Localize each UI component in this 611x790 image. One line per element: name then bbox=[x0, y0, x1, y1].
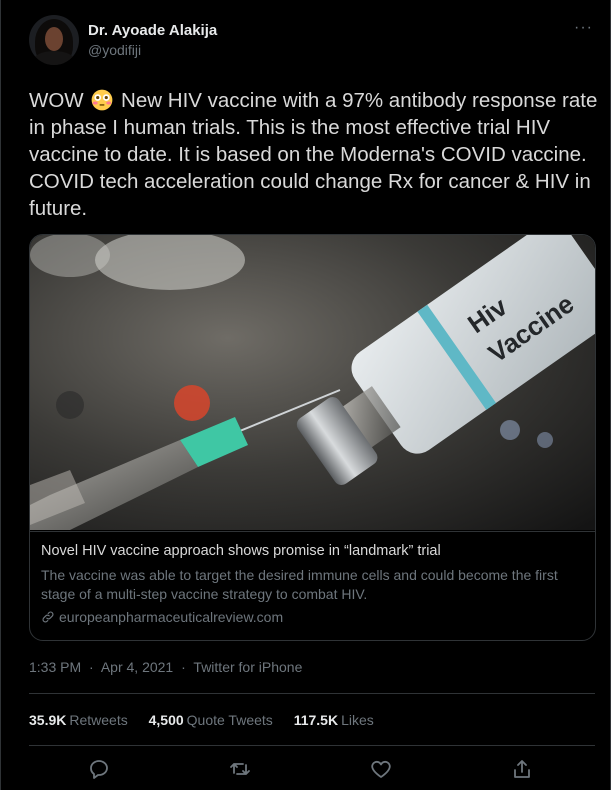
link-preview-card[interactable]: Hiv Vaccine Novel HIV vaccine approach s… bbox=[29, 234, 596, 641]
meta-separator: · bbox=[181, 659, 186, 675]
more-options-icon[interactable]: ··· bbox=[574, 19, 593, 37]
tweet-time[interactable]: 1:33 PM bbox=[29, 659, 81, 675]
tweet-text: WOW New HIV vaccine with a 97% antibody … bbox=[29, 87, 599, 222]
quotes-label: Quote Tweets bbox=[186, 712, 273, 728]
retweets-stat[interactable]: 35.9K Retweets bbox=[29, 712, 128, 728]
tweet-source[interactable]: Twitter for iPhone bbox=[193, 659, 302, 675]
retweet-icon[interactable] bbox=[228, 757, 252, 781]
tweet-actions bbox=[29, 757, 595, 785]
tweet-header: Dr. Ayoade Alakija @yodifiji ··· bbox=[29, 15, 595, 67]
tweet-stats: 35.9K Retweets 4,500 Quote Tweets 117.5K Li… bbox=[29, 712, 391, 728]
tweet-date[interactable]: Apr 4, 2021 bbox=[101, 659, 173, 675]
heart-icon[interactable] bbox=[369, 757, 393, 781]
card-body: Novel HIV vaccine approach shows promise… bbox=[30, 531, 595, 640]
card-domain-text: europeanpharmaceuticalreview.com bbox=[59, 609, 284, 625]
likes-label: Likes bbox=[341, 712, 374, 728]
card-domain[interactable]: europeanpharmaceuticalreview.com bbox=[41, 609, 283, 625]
author-name[interactable]: Dr. Ayoade Alakija bbox=[88, 22, 217, 39]
divider bbox=[29, 745, 595, 746]
retweets-label: Retweets bbox=[69, 712, 128, 728]
quote-tweets-stat[interactable]: 4,500 Quote Tweets bbox=[149, 712, 273, 728]
avatar[interactable] bbox=[29, 15, 79, 65]
meta-separator: · bbox=[89, 659, 94, 675]
tweet-meta: 1:33 PM · Apr 4, 2021 · Twitter for iPho… bbox=[29, 659, 306, 675]
likes-stat[interactable]: 117.5K Likes bbox=[294, 712, 374, 728]
retweets-count: 35.9K bbox=[29, 712, 67, 728]
share-icon[interactable] bbox=[510, 757, 534, 781]
flushed-face-icon bbox=[91, 89, 113, 111]
tweet-text-start: WOW bbox=[29, 89, 84, 112]
likes-count: 117.5K bbox=[293, 712, 339, 728]
reply-icon[interactable] bbox=[87, 757, 111, 781]
author-handle[interactable]: @yodifiji bbox=[88, 42, 141, 58]
card-image: Hiv Vaccine bbox=[30, 235, 595, 530]
card-title[interactable]: Novel HIV vaccine approach shows promise… bbox=[41, 543, 441, 559]
divider bbox=[29, 693, 595, 694]
link-icon bbox=[42, 611, 54, 623]
card-description: The vaccine was able to target the desir… bbox=[41, 567, 558, 602]
tweet-text-body: New HIV vaccine with a 97% antibody resp… bbox=[29, 89, 598, 220]
quotes-count: 4,500 bbox=[148, 712, 184, 728]
left-border bbox=[0, 0, 1, 790]
